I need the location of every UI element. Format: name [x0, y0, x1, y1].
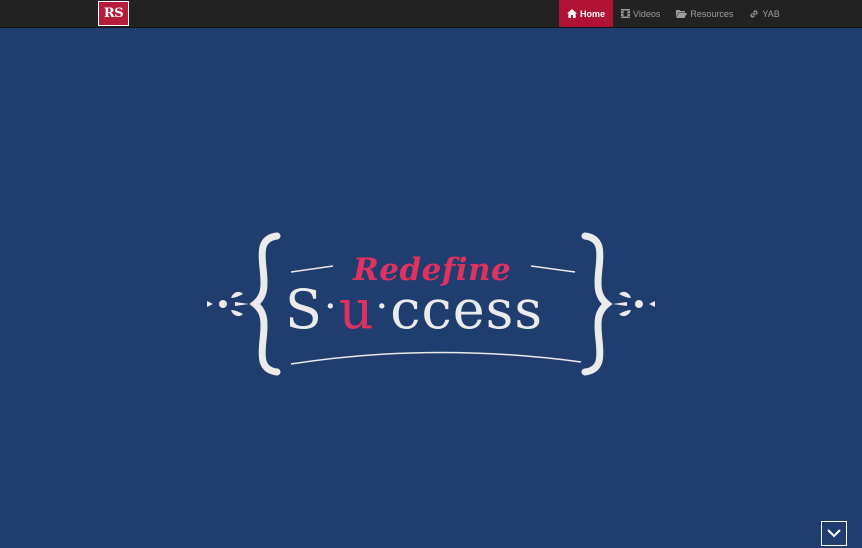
- logo-letter-u: u: [338, 278, 375, 341]
- nav-item-label: Resources: [690, 8, 734, 19]
- nav-item-yab[interactable]: YAB: [741, 0, 787, 27]
- logo-word-rest: ccess: [390, 278, 544, 341]
- nav-item-home[interactable]: Home: [559, 0, 614, 27]
- nav-item-resources[interactable]: Resources: [668, 0, 741, 27]
- nav-item-label: YAB: [762, 8, 780, 19]
- folder-open-icon: [676, 9, 688, 18]
- logo-dot: ·: [324, 284, 338, 330]
- main-nav: Home Videos Resources YAB: [559, 0, 788, 27]
- link-icon: [749, 9, 759, 19]
- top-navbar: RS Home Videos Resources YAB: [0, 0, 862, 28]
- logo-letter-s: S: [285, 278, 323, 341]
- redefine-success-logo: Redefine S·u·ccess: [205, 228, 657, 388]
- logo-word: S·u·ccess: [285, 278, 543, 341]
- nav-item-videos[interactable]: Videos: [613, 0, 668, 27]
- nav-item-label: Home: [580, 8, 606, 19]
- film-icon: [621, 9, 631, 18]
- brand-logo[interactable]: RS: [98, 1, 129, 26]
- chevron-down-icon: [827, 525, 841, 543]
- nav-item-label: Videos: [633, 8, 661, 19]
- logo-dot: ·: [375, 284, 390, 330]
- home-icon: [567, 9, 577, 18]
- hero-section: Redefine S·u·ccess: [0, 28, 862, 548]
- scroll-down-button[interactable]: [821, 521, 847, 546]
